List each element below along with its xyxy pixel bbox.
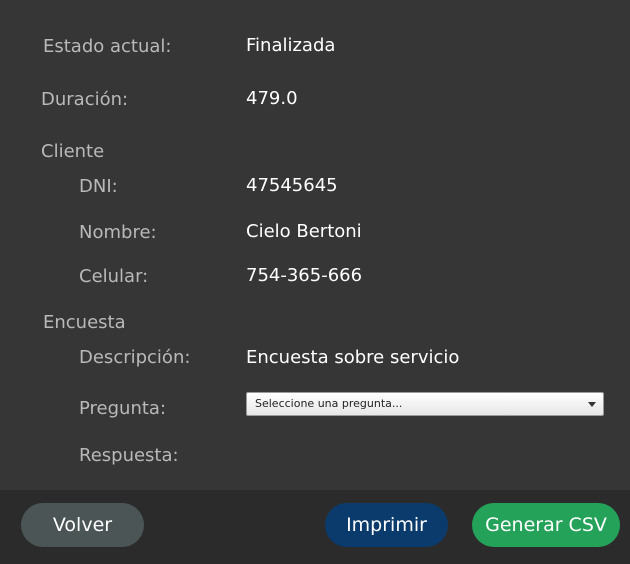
duracion-value: 479.0 xyxy=(246,88,298,109)
imprimir-button[interactable]: Imprimir xyxy=(325,503,448,547)
celular-value: 754-365-666 xyxy=(246,265,363,286)
button-bar: Volver Imprimir Generar CSV xyxy=(0,490,630,564)
nombre-value: Cielo Bertoni xyxy=(246,221,362,242)
dni-value: 47545645 xyxy=(246,175,338,196)
estado-value: Finalizada xyxy=(246,35,336,56)
volver-button[interactable]: Volver xyxy=(21,503,144,547)
cliente-section-label: Cliente xyxy=(41,141,105,162)
chevron-down-icon xyxy=(588,402,596,407)
encuesta-section-label: Encuesta xyxy=(43,312,126,333)
pregunta-label: Pregunta: xyxy=(79,398,167,419)
nombre-label: Nombre: xyxy=(79,222,157,243)
pregunta-select[interactable]: Seleccione una pregunta... xyxy=(246,392,604,416)
estado-label: Estado actual: xyxy=(43,36,172,57)
respuesta-label: Respuesta: xyxy=(79,445,179,466)
pregunta-select-placeholder: Seleccione una pregunta... xyxy=(255,397,403,410)
details-panel: Estado actual: Finalizada Duración: 479.… xyxy=(0,0,630,490)
dni-label: DNI: xyxy=(79,176,118,197)
descripcion-label: Descripción: xyxy=(79,347,191,368)
descripcion-value: Encuesta sobre servicio xyxy=(246,347,460,368)
celular-label: Celular: xyxy=(79,266,149,287)
duracion-label: Duración: xyxy=(41,89,129,110)
generar-csv-button[interactable]: Generar CSV xyxy=(472,503,620,547)
